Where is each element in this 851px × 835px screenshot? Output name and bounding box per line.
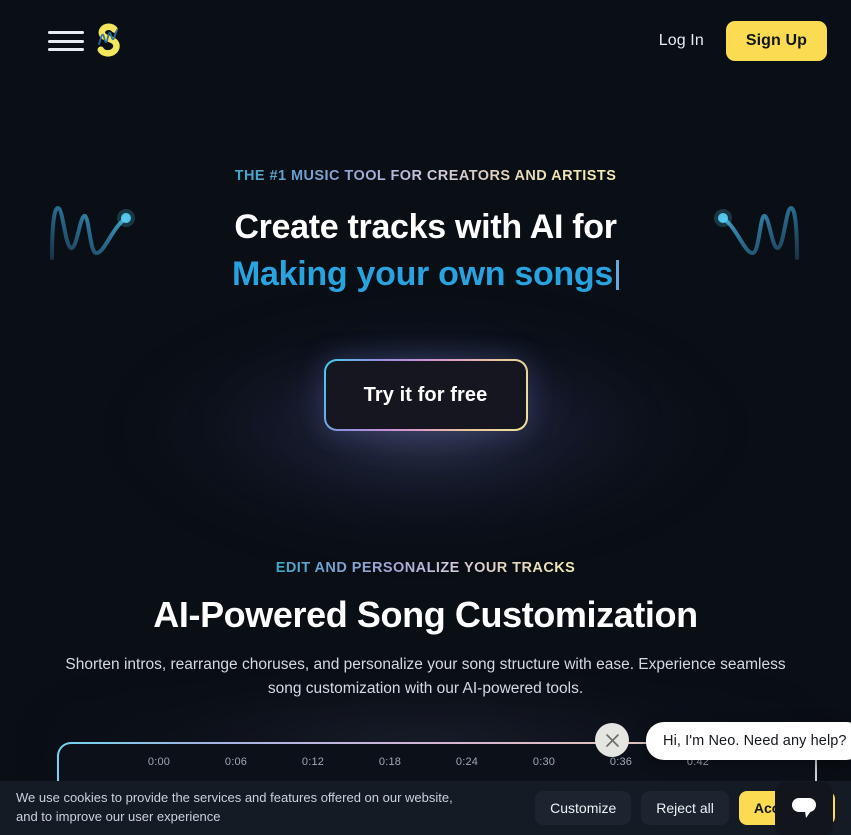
site-header: Log In Sign Up: [0, 0, 851, 82]
timeline-tick-label: 0:24: [455, 756, 479, 768]
hamburger-menu-icon[interactable]: [48, 28, 84, 54]
timeline-tick-label: 0:30: [532, 756, 556, 768]
hero-eyebrow-text: THE #1 MUSIC TOOL FOR CREATORS AND ARTIS…: [234, 168, 617, 184]
close-x-icon: [605, 733, 619, 747]
timeline-tick-label: 0:00: [147, 756, 171, 768]
hero-headline: Create tracks with AI for Making your ow…: [232, 205, 619, 297]
cookie-message-line-1: We use cookies to provide the services a…: [16, 790, 453, 806]
cookie-consent-banner: We use cookies to provide the services a…: [0, 781, 851, 835]
brand-s-waveform-logo-icon[interactable]: [90, 21, 126, 61]
login-link[interactable]: Log In: [659, 32, 704, 50]
chat-launcher-button[interactable]: [775, 782, 833, 835]
timeline-tick-label: 0:12: [301, 756, 325, 768]
timeline-tick-label: 0:36: [609, 756, 633, 768]
try-it-for-free-button[interactable]: Try it for free: [324, 359, 528, 431]
hero-headline-line-2-wrap: Making your own songs: [232, 252, 619, 297]
signup-button[interactable]: Sign Up: [725, 21, 827, 61]
speech-bubble-icon: [792, 797, 816, 818]
chat-greeting-bubble[interactable]: Hi, I'm Neo. Need any help?: [646, 722, 851, 760]
cta-label: Try it for free: [363, 383, 488, 406]
hero-headline-line-2: Making your own songs: [232, 255, 613, 294]
cta-wrapper: Try it for free: [293, 337, 558, 454]
typing-cursor: [615, 260, 619, 291]
section2-subtitle: Shorten intros, rearrange choruses, and …: [65, 656, 786, 698]
hero-section: THE #1 MUSIC TOOL FOR CREATORS AND ARTIS…: [0, 82, 851, 560]
section2-title: AI-Powered Song Customization: [153, 594, 698, 635]
hero-headline-line-1: Create tracks with AI for: [234, 208, 617, 246]
timeline-tick-label: 0:18: [378, 756, 402, 768]
cookie-customize-button[interactable]: Customize: [535, 791, 632, 825]
timeline-tick-label: 0:06: [224, 756, 248, 768]
section2-eyebrow-text: EDIT AND PERSONALIZE YOUR TRACKS: [275, 560, 576, 576]
cookie-reject-all-button[interactable]: Reject all: [641, 791, 729, 825]
cookie-message: We use cookies to provide the services a…: [16, 789, 535, 827]
page-root: Log In Sign Up THE #1 MUSIC TOOL FOR CRE…: [0, 0, 851, 835]
header-actions: Log In Sign Up: [659, 21, 827, 61]
logo-group[interactable]: [48, 21, 126, 61]
cookie-message-line-2: and to improve our user experience: [16, 809, 221, 824]
chat-close-button[interactable]: [595, 723, 629, 757]
customization-section: EDIT AND PERSONALIZE YOUR TRACKS AI-Powe…: [0, 560, 851, 701]
